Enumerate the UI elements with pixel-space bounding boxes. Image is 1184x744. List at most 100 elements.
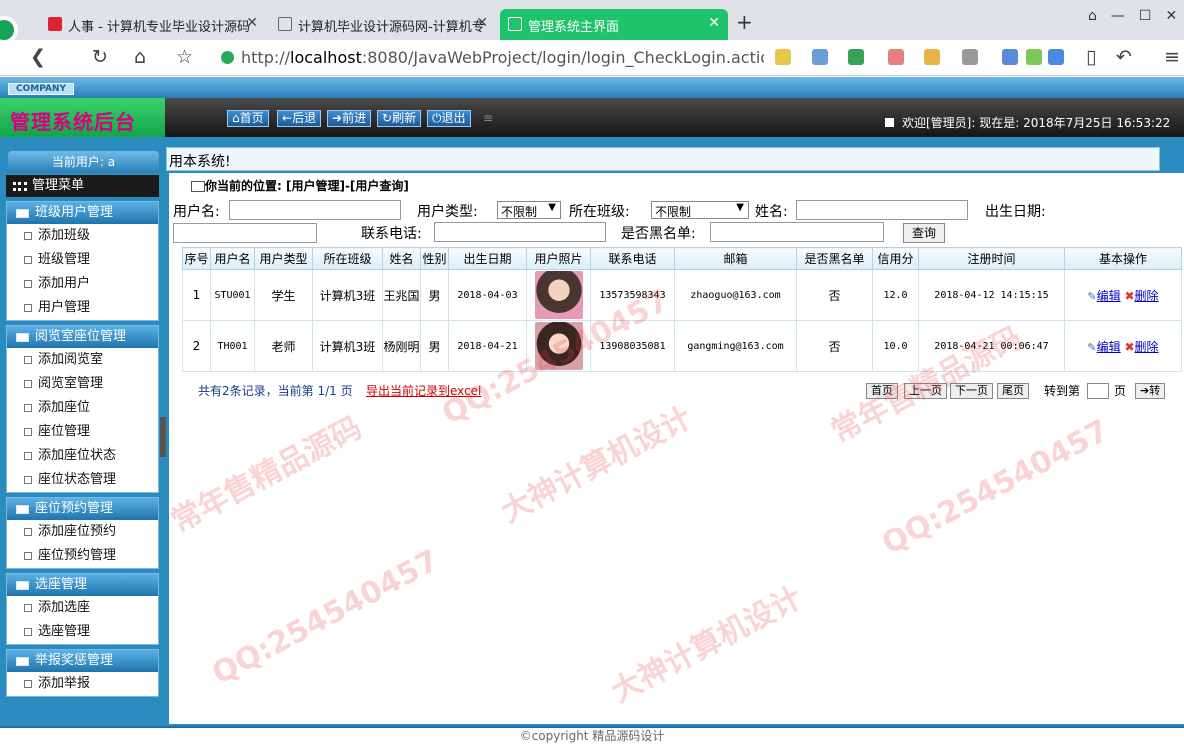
nav-logout-button[interactable]: ⏻退出 <box>427 110 471 127</box>
menu-item[interactable]: 选座管理 <box>7 620 158 644</box>
birth-input[interactable] <box>173 223 317 243</box>
tab-title: 计算机毕业设计源码网-计算机专 <box>298 20 485 35</box>
close-icon[interactable]: ✕ <box>476 15 488 31</box>
last-page-button[interactable]: 尾页 <box>997 383 1029 399</box>
cell-phone: 13573598343 <box>590 269 675 321</box>
username-input[interactable] <box>229 200 401 220</box>
name-input[interactable] <box>796 200 968 220</box>
shield-icon[interactable] <box>848 49 864 65</box>
group-icon <box>16 209 29 218</box>
reload-icon[interactable]: ↻ <box>92 46 108 68</box>
breadcrumb-text: 你当前的位置: [用户管理]-[用户查询] <box>205 179 409 193</box>
bullet-icon <box>24 380 32 388</box>
prev-page-button[interactable]: 上一页 <box>904 383 947 399</box>
menu-item[interactable]: 用户管理 <box>7 296 158 320</box>
back-icon[interactable]: ❮ <box>30 46 46 68</box>
name-label: 姓名: <box>755 204 788 220</box>
page-number-input[interactable] <box>1087 383 1109 399</box>
extension-icon[interactable] <box>1048 49 1064 65</box>
extension-icon[interactable] <box>924 49 940 65</box>
group-icon <box>16 657 29 666</box>
menu-item[interactable]: 添加班级 <box>7 224 158 248</box>
menu-item[interactable]: 阅览室管理 <box>7 372 158 396</box>
bullet-icon <box>24 680 32 688</box>
browser-tab-bar: 人事 - 计算机专业毕业设计源码 ✕ 计算机毕业设计源码网-计算机专 ✕ 管理系… <box>0 0 1184 44</box>
group-header[interactable]: 座位预约管理 <box>7 498 158 520</box>
page-unit-label: 页 <box>1114 384 1127 398</box>
usertype-select[interactable]: 不限制 ▼ <box>497 201 561 219</box>
group-header[interactable]: 选座管理 <box>7 574 158 596</box>
delete-icon: ✖ <box>1124 339 1135 354</box>
query-button[interactable]: 查询 <box>903 223 945 243</box>
menu-item[interactable]: 添加座位预约 <box>7 520 158 544</box>
star-icon[interactable]: ☆ <box>176 46 193 68</box>
menu-item[interactable]: 添加举报 <box>7 672 158 696</box>
delete-icon: ✖ <box>1124 288 1135 303</box>
bullet-icon <box>24 356 32 364</box>
delete-link[interactable]: 删除 <box>1135 340 1159 354</box>
cell-username: TH001 <box>210 320 255 372</box>
chevron-down-icon: ▼ <box>736 202 744 213</box>
extension-icon[interactable] <box>812 49 828 65</box>
extension-icon[interactable] <box>1002 49 1018 65</box>
menu-item[interactable]: 班级管理 <box>7 248 158 272</box>
column-header: 联系电话 <box>590 247 675 270</box>
tab-active[interactable]: 管理系统主界面 ✕ <box>500 9 728 40</box>
menu-item[interactable]: 添加座位 <box>7 396 158 420</box>
nav-home-button[interactable]: ⌂首页 <box>227 110 269 127</box>
menu-item[interactable]: 添加用户 <box>7 272 158 296</box>
tab-1[interactable]: 人事 - 计算机专业毕业设计源码 ✕ <box>40 9 266 40</box>
bullet-icon <box>24 304 32 312</box>
nav-forward-button[interactable]: ➔前进 <box>327 110 372 127</box>
tab-2[interactable]: 计算机毕业设计源码网-计算机专 ✕ <box>270 9 496 40</box>
class-value: 不限制 <box>655 205 692 219</box>
menu-item[interactable]: 添加座位状态 <box>7 444 158 468</box>
home-icon[interactable]: ⌂ <box>134 46 146 68</box>
window-controls: ⌂—☐✕ <box>1088 8 1184 24</box>
close-icon[interactable]: ✕ <box>708 15 720 31</box>
phone-icon[interactable]: ▯ <box>1086 46 1096 68</box>
new-tab-icon[interactable]: + <box>736 10 753 34</box>
extension-icon[interactable] <box>775 49 791 65</box>
secure-icon <box>221 51 234 64</box>
blacklist-label: 是否黑名单: <box>621 226 696 242</box>
blacklist-input[interactable] <box>710 222 884 242</box>
group-header[interactable]: 举报奖惩管理 <box>7 650 158 672</box>
extension-icon[interactable] <box>962 49 978 65</box>
menu-icon[interactable]: ≡ <box>1164 46 1180 68</box>
export-excel-link[interactable]: 导出当前记录到excel <box>366 381 481 401</box>
edit-link[interactable]: 编辑 <box>1097 340 1121 354</box>
class-select[interactable]: 不限制 ▼ <box>651 201 749 219</box>
menu-item[interactable]: 座位状态管理 <box>7 468 158 492</box>
edit-link[interactable]: 编辑 <box>1097 289 1121 303</box>
menu-item[interactable]: 添加选座 <box>7 596 158 620</box>
nav-back-button[interactable]: ←后退 <box>277 110 322 127</box>
phone-input[interactable] <box>434 222 606 242</box>
site-icon <box>48 17 62 31</box>
delete-link[interactable]: 删除 <box>1135 289 1159 303</box>
bullet-icon <box>24 528 32 536</box>
main-content: 你当前的位置: [用户管理]-[用户查询] 用户名: 用户类型: 不限制 ▼ 所在… <box>166 173 1184 724</box>
edit-icon: ✎ <box>1087 340 1097 354</box>
menu-item[interactable]: 添加阅览室 <box>7 348 158 372</box>
close-icon[interactable]: ✕ <box>246 15 258 31</box>
address-bar[interactable]: http://localhost:8080/JavaWebProject/log… <box>216 45 764 71</box>
nav-refresh-button[interactable]: ↻刷新 <box>377 110 422 127</box>
menu-item-label: 班级管理 <box>38 252 91 267</box>
group-title: 阅览室座位管理 <box>35 329 127 344</box>
group-header[interactable]: 班级用户管理 <box>7 202 158 224</box>
extension-icon[interactable] <box>1026 49 1042 65</box>
undo-icon[interactable]: ↶ <box>1116 46 1132 68</box>
menu-item[interactable]: 座位预约管理 <box>7 544 158 568</box>
first-page-button[interactable]: 首页 <box>866 383 898 399</box>
next-page-button[interactable]: 下一页 <box>950 383 993 399</box>
group-title: 举报奖惩管理 <box>35 653 114 668</box>
header-bar: ⌂首页 ←后退 ➔前进 ↻刷新 ⏻退出 ≡ 欢迎[管理员]: 现在是: 2018… <box>165 98 1184 137</box>
group-header[interactable]: 阅览室座位管理 <box>7 326 158 348</box>
menu-item[interactable]: 座位管理 <box>7 420 158 444</box>
menu-group: 选座管理 添加选座 选座管理 <box>6 573 159 645</box>
menu-item-label: 添加座位 <box>38 400 91 415</box>
extension-icon[interactable] <box>888 49 904 65</box>
usertype-value: 不限制 <box>501 205 538 219</box>
go-button[interactable]: ➔转 <box>1135 383 1166 399</box>
